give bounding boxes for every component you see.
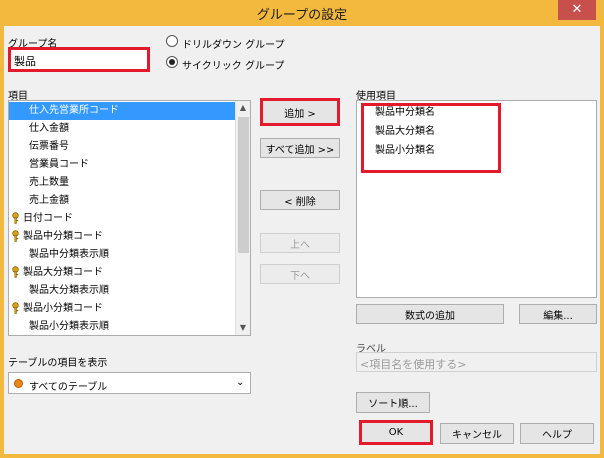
field-item-label: 売上数量 bbox=[29, 177, 69, 188]
cancel-button[interactable]: キャンセル bbox=[440, 423, 514, 444]
key-icon bbox=[12, 266, 22, 278]
cyclic-radio-label: サイクリック グループ bbox=[182, 61, 285, 72]
window-title: グループの設定 bbox=[256, 8, 348, 23]
field-item-label: 製品中分類コード bbox=[23, 231, 103, 242]
table-filter-select[interactable]: すべてのテーブル ⌄ bbox=[8, 372, 251, 394]
used-field-item[interactable]: 製品小分類名 bbox=[375, 142, 435, 160]
table-icon bbox=[14, 379, 23, 388]
drilldown-radio-label: ドリルダウン グループ bbox=[182, 40, 285, 51]
field-item[interactable]: 伝票番号 bbox=[9, 138, 233, 156]
fields-listbox[interactable]: 仕入先営業所コード 仕入金額伝票番号営業員コード 売上数量売上金額日付コード製品中分… bbox=[8, 100, 251, 336]
field-item[interactable]: 製品大分類コード bbox=[9, 264, 233, 282]
field-item-label: 製品小分類表示順 bbox=[29, 321, 109, 332]
field-item[interactable]: 製品小分類表示順 bbox=[9, 318, 233, 335]
field-item[interactable]: 仕入金額 bbox=[9, 120, 233, 138]
move-up-button[interactable]: 上へ bbox=[260, 233, 340, 253]
field-item[interactable]: 営業員コード bbox=[9, 156, 233, 174]
close-button[interactable]: ✕ bbox=[558, 0, 596, 20]
key-icon bbox=[12, 230, 22, 242]
field-item-label: 仕入先営業所コード bbox=[29, 105, 119, 116]
field-item-label: 製品小分類コード bbox=[23, 303, 103, 314]
sort-order-button[interactable]: ソート順... bbox=[356, 392, 430, 413]
key-icon bbox=[12, 212, 22, 224]
help-button[interactable]: ヘルプ bbox=[520, 423, 594, 444]
table-filter-label: テーブルの項目を表示 bbox=[8, 358, 108, 369]
edit-button[interactable]: 編集... bbox=[519, 304, 597, 324]
scroll-up-icon[interactable]: ▲ bbox=[236, 101, 250, 115]
remove-button[interactable]: < 削除 bbox=[260, 190, 340, 210]
cyclic-radio[interactable] bbox=[166, 56, 178, 68]
field-item-label: 製品中分類表示順 bbox=[29, 249, 109, 260]
field-item[interactable]: 日付コード bbox=[9, 210, 233, 228]
field-item[interactable]: 仕入先営業所コード bbox=[9, 102, 235, 120]
title-bar: グループの設定 ✕ bbox=[0, 0, 604, 26]
used-field-item[interactable]: 製品大分類名 bbox=[375, 123, 435, 141]
add-button[interactable]: 追加 > bbox=[260, 98, 340, 126]
key-icon bbox=[12, 302, 22, 314]
field-item[interactable]: 製品大分類表示順 bbox=[9, 282, 233, 300]
used-field-item[interactable]: 製品中分類名 bbox=[375, 104, 435, 122]
field-item-label: 日付コード bbox=[23, 213, 73, 224]
move-down-button[interactable]: 下へ bbox=[260, 264, 340, 284]
group-name-input[interactable]: 製品 bbox=[8, 47, 150, 72]
dialog-body: グループ名 製品 ドリルダウン グループ サイクリック グループ 項目 仕入先営… bbox=[4, 26, 600, 454]
scroll-down-icon[interactable]: ▼ bbox=[236, 321, 250, 335]
add-formula-button[interactable]: 数式の追加 bbox=[356, 304, 504, 324]
chevron-down-icon: ⌄ bbox=[236, 377, 245, 388]
used-fields-listbox[interactable]: 製品中分類名 製品大分類名 製品小分類名 bbox=[356, 100, 597, 298]
fields-scrollbar[interactable]: ▲ ▼ bbox=[235, 101, 250, 335]
field-item[interactable]: 製品中分類コード bbox=[9, 228, 233, 246]
drilldown-radio[interactable] bbox=[166, 35, 178, 47]
field-item-label: 営業員コード bbox=[29, 159, 89, 170]
field-item[interactable]: 製品中分類表示順 bbox=[9, 246, 233, 264]
field-item-label: 製品大分類コード bbox=[23, 267, 103, 278]
scroll-thumb[interactable] bbox=[238, 117, 249, 253]
table-filter-value: すべてのテーブル bbox=[29, 382, 108, 393]
close-icon: ✕ bbox=[571, 2, 583, 17]
field-item-label: 仕入金額 bbox=[29, 123, 69, 134]
field-item-label: 伝票番号 bbox=[29, 141, 69, 152]
field-item[interactable]: 売上数量 bbox=[9, 174, 233, 192]
add-all-button[interactable]: すべて追加 >> bbox=[260, 138, 340, 158]
field-item-label: 製品大分類表示順 bbox=[29, 285, 109, 296]
label-input[interactable]: <項目名を使用する> bbox=[356, 352, 597, 372]
field-item[interactable]: 売上金額 bbox=[9, 192, 233, 210]
field-item-label: 売上金額 bbox=[29, 195, 69, 206]
field-item[interactable]: 製品小分類コード bbox=[9, 300, 233, 318]
ok-button[interactable]: OK bbox=[359, 420, 433, 445]
